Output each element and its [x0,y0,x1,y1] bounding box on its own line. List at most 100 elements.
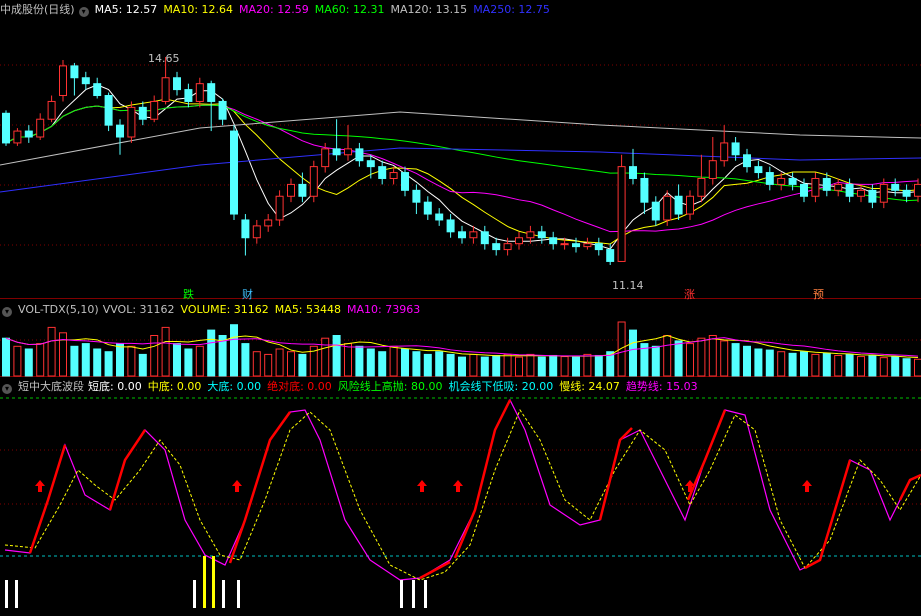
stock-title[interactable]: 中成股份(日线) [0,3,75,16]
volume-bar [138,353,147,377]
marker-yu[interactable]: 预 [813,286,824,302]
candle[interactable] [446,214,455,238]
candle[interactable] [401,166,409,197]
candle[interactable] [891,178,900,197]
candle[interactable] [743,148,751,173]
candle[interactable] [480,225,489,250]
volume-bar [389,345,398,377]
candle[interactable] [275,190,284,226]
volume-bar [822,352,831,377]
candle[interactable] [857,184,865,203]
candle[interactable] [81,71,90,90]
volume-panel-header: ▾ VOL-TDX(5,10) VVOL: 31162 VOLUME: 31162 MA… [0,302,426,318]
candle[interactable] [287,178,295,203]
volume-bar [423,353,432,377]
candle[interactable] [344,125,352,161]
candle[interactable] [150,95,159,123]
candle[interactable] [686,190,694,220]
vol-ma5-label: MA5: 53448 [274,303,342,316]
volume-bar [36,343,45,377]
volume-bar [435,351,444,377]
indicator-title[interactable]: 短中大底波段 [18,380,84,393]
marker-die[interactable]: 跌 [183,286,194,302]
candle[interactable] [640,172,649,215]
candle[interactable] [264,214,273,232]
candle[interactable] [309,160,318,203]
candle[interactable] [116,119,124,155]
candle[interactable] [241,214,250,256]
candle[interactable] [2,110,10,146]
bottom-signal-bar [400,580,403,608]
volume-bar [594,354,603,377]
candle[interactable] [47,95,56,123]
candle[interactable] [458,225,466,244]
candle[interactable] [606,243,615,265]
candle[interactable] [36,113,45,140]
indicator-grid [0,449,921,505]
buy-arrow-icon [802,480,812,492]
candle[interactable] [765,166,774,191]
candle[interactable] [412,184,421,215]
candle[interactable] [811,172,820,203]
candle[interactable] [617,154,626,262]
candle[interactable] [93,77,102,99]
candle[interactable] [389,166,398,185]
candle[interactable] [127,101,136,143]
candle[interactable] [207,80,216,132]
candle[interactable] [138,101,147,126]
volume-bar [663,335,672,377]
marker-cai[interactable]: 财 [242,286,253,302]
chevron-down-icon[interactable]: ▾ [78,7,89,17]
volume-bar [834,354,843,377]
candle[interactable] [629,148,637,185]
candle[interactable] [230,125,238,220]
volume-bar [2,337,10,377]
candle[interactable] [173,71,181,96]
candle[interactable] [104,92,113,132]
volume-bar [241,343,250,377]
candle[interactable] [366,154,375,179]
candle[interactable] [13,128,22,146]
buy-arrow-icon [35,480,45,492]
candle[interactable] [492,237,501,256]
indicator-panel-header: ▾ 短中大底波段 短底: 0.00 中底: 0.00 大底: 0.00 绝对底: 0.00… [0,379,704,395]
candle[interactable] [914,178,921,203]
candle[interactable] [252,219,261,244]
candle[interactable] [435,208,444,226]
candle[interactable] [195,77,204,108]
candle[interactable] [754,160,763,179]
volume-bar [891,356,900,377]
candle[interactable] [70,62,79,96]
marker-zhang[interactable]: 涨 [684,286,695,302]
volume-bar [252,351,261,377]
candle[interactable] [218,98,227,126]
candle[interactable] [594,237,603,256]
candle[interactable] [59,59,67,102]
candle[interactable] [708,137,717,185]
volume-bar [697,337,706,377]
volume-bar [287,351,295,377]
candle[interactable] [355,142,364,167]
candle[interactable] [697,154,706,203]
candle[interactable] [902,184,911,203]
candle[interactable] [515,231,523,250]
candle[interactable] [549,231,558,250]
candle[interactable] [298,172,307,203]
candle[interactable] [423,196,432,220]
candle[interactable] [674,184,683,220]
candle[interactable] [537,225,546,244]
chevron-down-icon[interactable]: ▾ [2,307,12,317]
candle[interactable] [378,160,387,185]
vol-title[interactable]: VOL-TDX(5,10) [18,303,99,316]
candle[interactable] [788,172,797,191]
candle[interactable] [583,237,592,250]
candle[interactable] [834,178,843,197]
volume-bar [777,351,786,377]
chevron-down-icon[interactable]: ▾ [2,384,12,394]
ma250-label: MA250: 12.75 [473,3,550,16]
candle[interactable] [24,125,33,143]
candle[interactable] [332,119,341,161]
candle[interactable] [651,196,660,226]
bottom-signal-bar [424,580,427,608]
volume-bar [811,353,820,377]
